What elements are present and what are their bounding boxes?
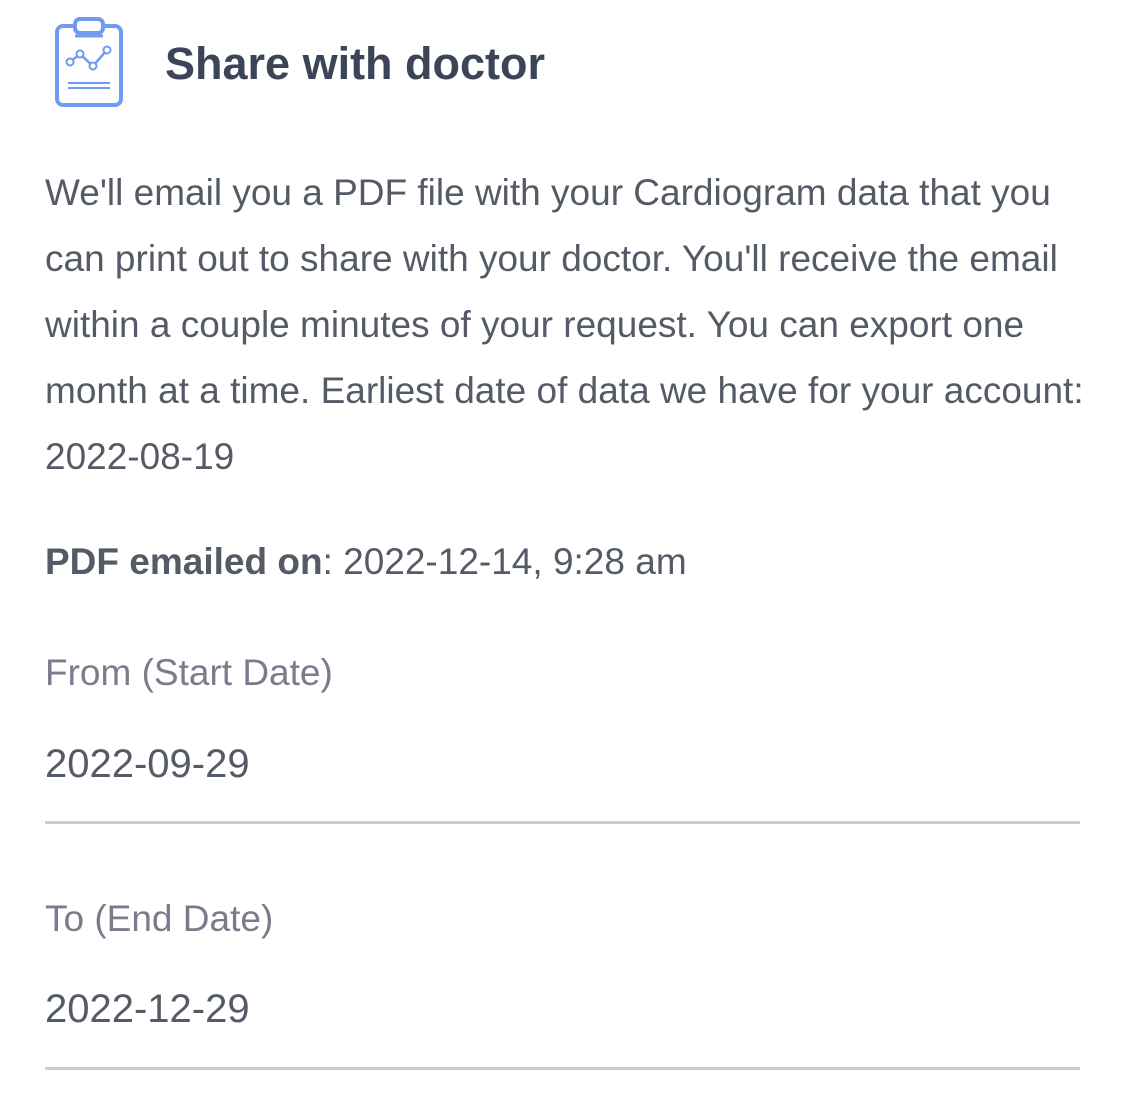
pdf-emailed-status: PDF emailed on: 2022-12-14, 9:28 am <box>45 536 687 588</box>
pdf-emailed-label: PDF emailed on <box>45 541 323 582</box>
end-date-field[interactable]: 2022-12-29 <box>45 985 250 1033</box>
end-date-label: To (End Date) <box>45 898 274 939</box>
pdf-emailed-separator: : <box>322 541 333 582</box>
start-date-label: From (Start Date) <box>45 652 333 693</box>
start-date-underline <box>45 821 1080 824</box>
start-date-field[interactable]: 2022-09-29 <box>45 740 250 788</box>
end-date-underline <box>45 1067 1080 1070</box>
description-text: We'll email you a PDF file with your Car… <box>45 172 1084 477</box>
clipboard-chart-icon <box>54 16 124 108</box>
page-title: Share with doctor <box>165 38 546 89</box>
header <box>54 16 124 108</box>
pdf-emailed-value: 2022-12-14, 9:28 am <box>332 541 687 582</box>
